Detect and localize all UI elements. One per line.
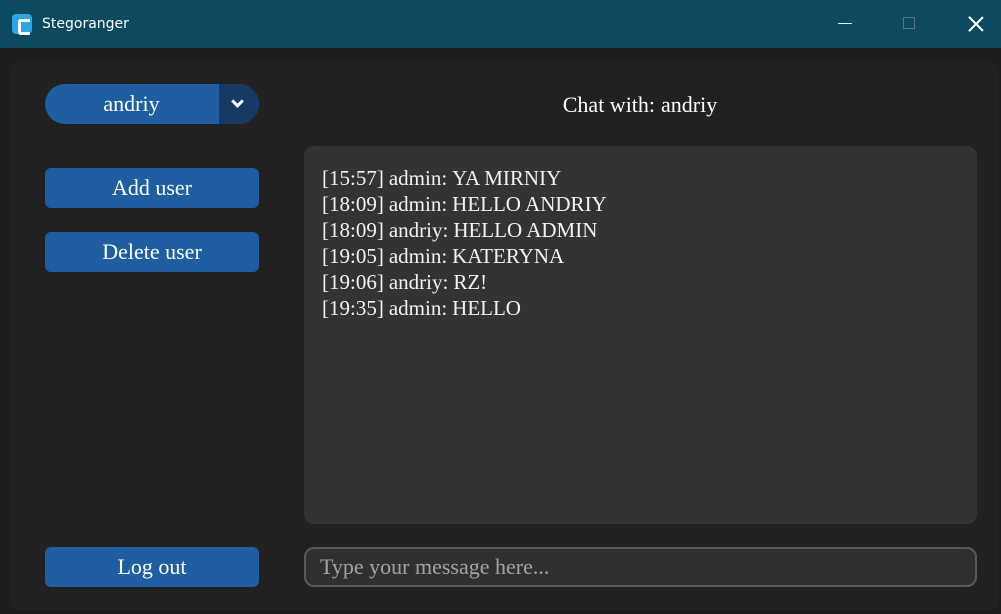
message-time: [19:05] [322,244,384,268]
maximize-button[interactable] [886,0,932,48]
close-icon [968,16,984,32]
message-time: [15:57] [322,166,384,190]
message-text: HELLO ADMIN [453,218,598,242]
chat-message: [15:57] admin: YA MIRNIY [322,165,977,191]
message-sender: admin: [388,166,448,190]
maximize-icon [903,17,915,29]
logout-button[interactable]: Log out [45,547,259,587]
message-text: KATERYNA [452,244,565,268]
app-window: Stegoranger andriy Add user Delete user … [0,0,1001,614]
chat-message: [19:05] admin: KATERYNA [322,243,977,269]
message-text: HELLO [452,296,521,320]
chat-log[interactable]: [15:57] admin: YA MIRNIY [18:09] admin: HELL… [304,146,977,524]
message-text: RZ! [453,270,488,294]
minimize-button[interactable] [822,0,868,48]
message-sender: admin: [388,192,448,216]
message-time: [19:06] [322,270,384,294]
minimize-icon [838,23,852,24]
message-time: [18:09] [322,218,384,242]
message-input[interactable] [304,547,977,587]
chevron-down-icon [231,95,244,108]
message-time: [18:09] [322,192,384,216]
message-text: HELLO ANDRIY [452,192,607,216]
message-sender: andriy: [388,270,449,294]
add-user-button[interactable]: Add user [45,168,259,208]
chat-message: [19:35] admin: HELLO [322,295,977,321]
user-select-dropdown-button[interactable] [219,84,259,124]
chat-title: Chat with: andriy [304,90,976,120]
window-title: Stegoranger [42,16,129,32]
chat-message: [18:09] admin: HELLO ANDRIY [322,191,977,217]
chat-title-prefix: Chat with: [562,92,656,117]
message-text: YA MIRNIY [452,166,562,190]
message-sender: admin: [388,296,448,320]
chat-partner-name: andriy [661,92,718,117]
message-sender: andriy: [388,218,449,242]
user-select-value: andriy [103,91,160,116]
app-icon [12,14,32,35]
title-bar[interactable]: Stegoranger [0,0,1001,48]
close-button[interactable] [953,0,999,48]
chat-message: [18:09] andriy: HELLO ADMIN [322,217,977,243]
message-sender: admin: [388,244,448,268]
message-time: [19:35] [322,296,384,320]
chat-message: [19:06] andriy: RZ! [322,269,977,295]
delete-user-button[interactable]: Delete user [45,232,259,272]
